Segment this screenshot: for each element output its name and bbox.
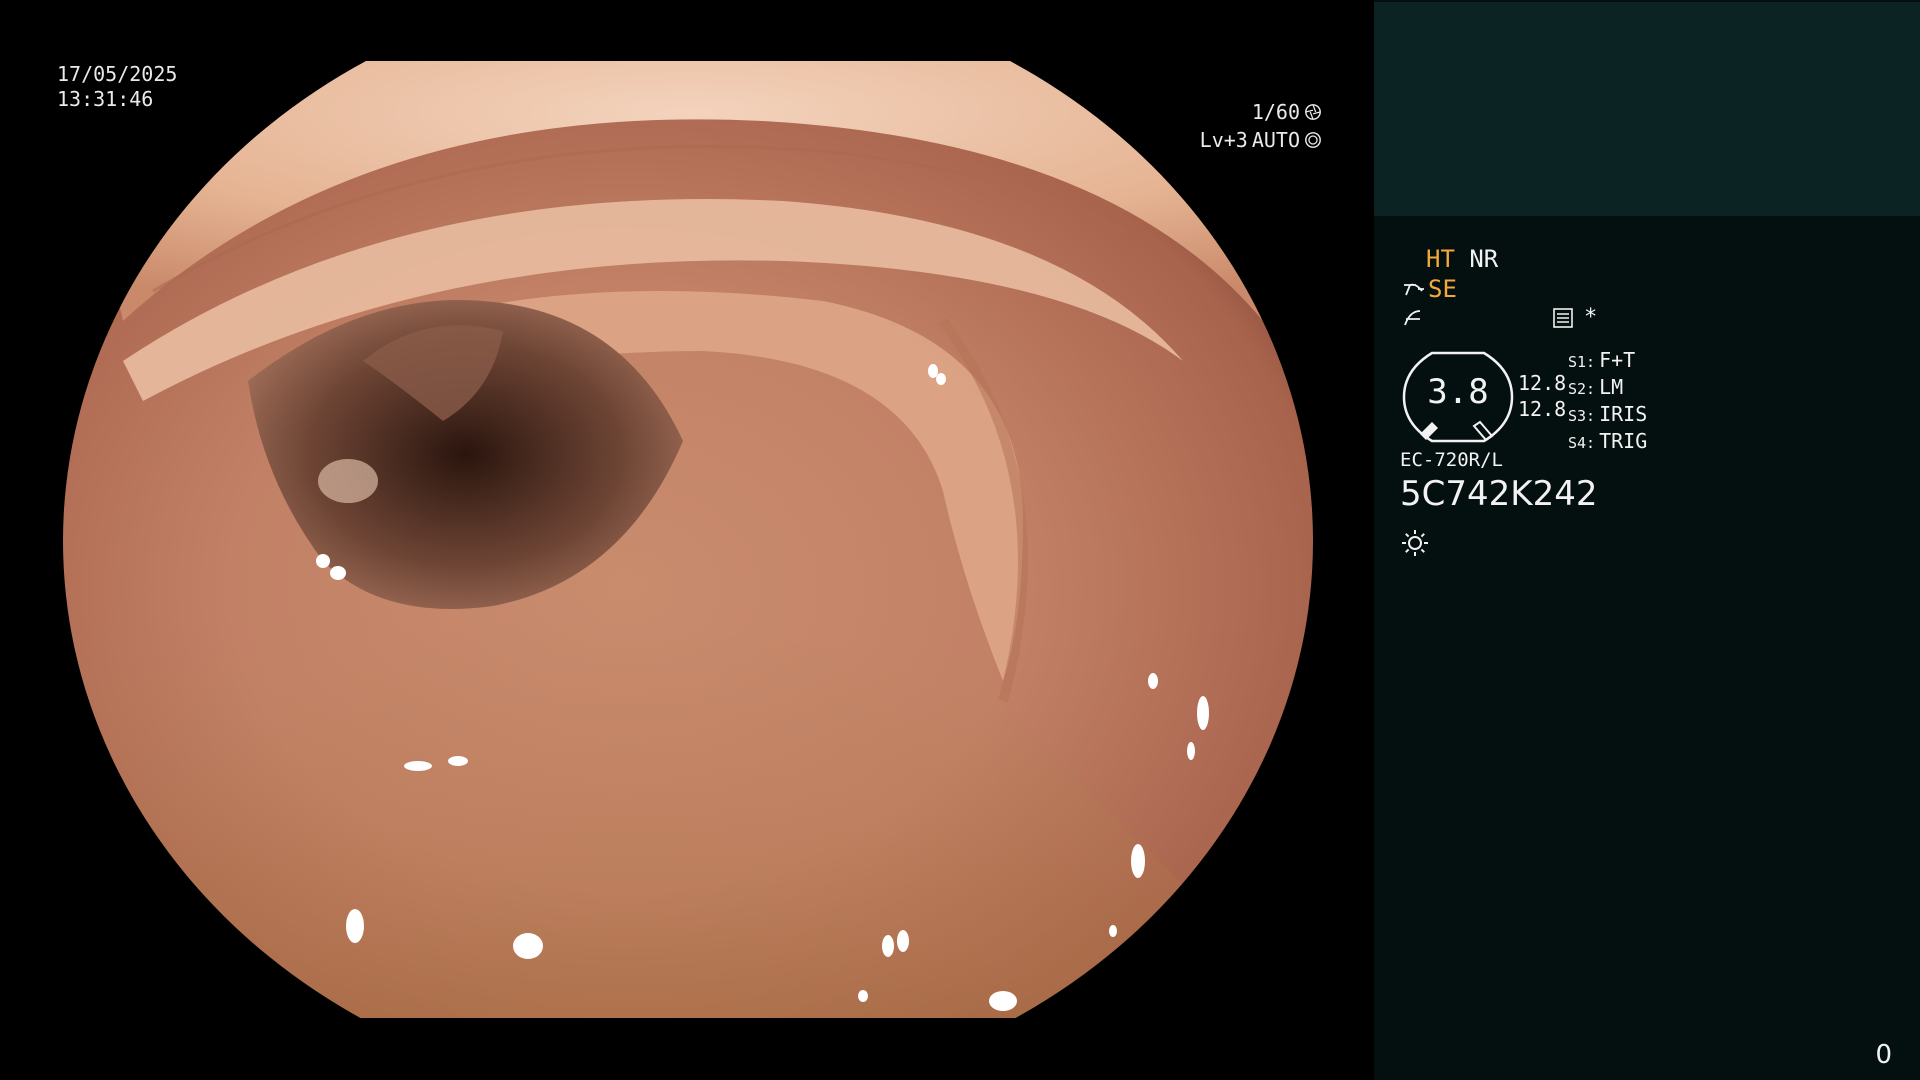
readout-values: 12.8 12.8 — [1518, 370, 1566, 422]
readout-1: 12.8 — [1518, 371, 1567, 395]
switch-row: S1: F+T — [1568, 348, 1647, 375]
date-text: 17/05/2025 — [57, 62, 178, 86]
switch-row: S2: LM — [1568, 375, 1647, 402]
date-time-overlay: 17/05/2025 13:31:46 — [57, 62, 177, 112]
switch-key: S3: — [1568, 407, 1596, 425]
switch-value: LM — [1599, 375, 1624, 399]
switch-key: S1: — [1568, 353, 1596, 371]
curve-settings-row: * — [1402, 305, 1597, 330]
switch-value: TRIG — [1599, 429, 1648, 453]
structure-mode-row: SE — [1402, 275, 1457, 303]
asterisk-indicator: * — [1584, 305, 1598, 330]
panel-header-block — [1374, 2, 1920, 216]
ht-mode-label: HT — [1426, 245, 1455, 273]
scope-switch-list: S1: F+T S2: LM S3: IRIS S4: TRIG — [1568, 348, 1647, 456]
shutter-row: 1/60 — [1200, 98, 1322, 126]
exposure-row: Lv+3 AUTO — [1200, 126, 1322, 154]
tone-curve-icon — [1404, 309, 1421, 325]
settings-group: * — [1552, 305, 1597, 330]
exposure-level-text: Lv+3 — [1199, 128, 1248, 152]
gauge-value: 3.8 — [1427, 372, 1489, 412]
settings-list-icon — [1553, 307, 1573, 328]
frame-counter: 0 — [1875, 1040, 1892, 1070]
time-text: 13:31:46 — [57, 87, 154, 111]
light-source-icon — [1402, 530, 1428, 556]
endoscopic-image — [63, 61, 1313, 1018]
status-panel: HT NR SE * 3.8 12.8 12.8 S1: F+T S2: LM … — [1374, 0, 1920, 1080]
aperture-icon — [1305, 104, 1321, 120]
image-mode-row: HT NR — [1426, 245, 1498, 273]
switch-key: S2: — [1568, 380, 1596, 398]
nr-mode-label: NR — [1469, 245, 1499, 273]
scope-serial-number: 5C742K242 — [1400, 474, 1598, 514]
switch-key: S4: — [1568, 434, 1596, 452]
endoscopy-monitor: 17/05/2025 13:31:46 1/60 Lv+3 AUTO HT NR… — [0, 0, 1920, 1080]
auto-exposure-icon — [1305, 132, 1321, 148]
shutter-speed-text: 1/60 — [1251, 100, 1300, 124]
se-mode-label: SE — [1428, 275, 1457, 303]
readout-2: 12.8 — [1518, 397, 1567, 421]
exposure-mode-text: AUTO — [1251, 128, 1300, 152]
scope-model-label: EC-720R/L — [1400, 449, 1503, 471]
switch-value: F+T — [1599, 348, 1636, 372]
structure-enhancement-icon — [1404, 283, 1424, 296]
switch-row: S4: TRIG — [1568, 429, 1647, 456]
exposure-overlay: 1/60 Lv+3 AUTO — [1200, 98, 1322, 154]
switch-value: IRIS — [1599, 402, 1648, 426]
endoscopic-view: 17/05/2025 13:31:46 1/60 Lv+3 AUTO — [0, 0, 1374, 1080]
switch-row: S3: IRIS — [1568, 402, 1647, 429]
